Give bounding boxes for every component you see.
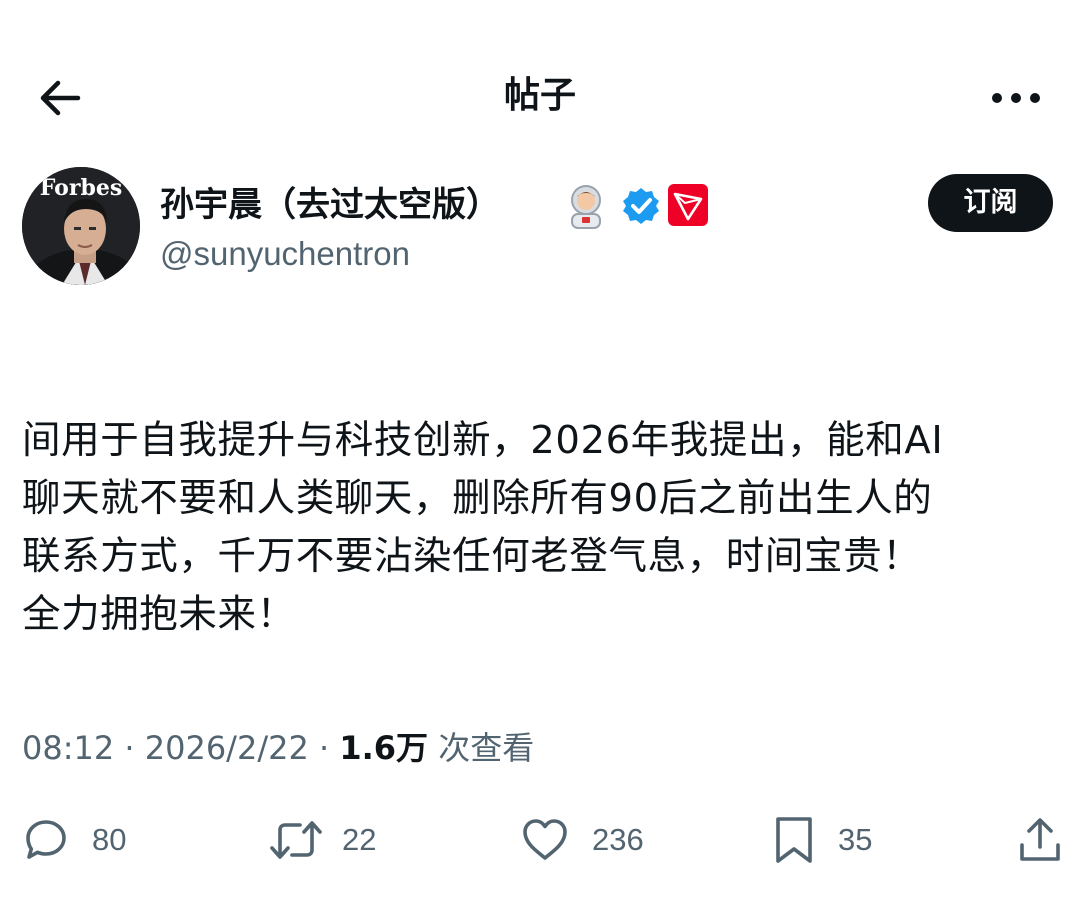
avatar[interactable]: Forbes [22,167,140,285]
subscribe-button[interactable]: 订阅 [928,174,1053,232]
bookmark-count: 35 [838,822,873,857]
reply-button[interactable]: 80 [22,812,126,868]
post-text-line: 全力拥抱未来！ [22,592,296,637]
post-date[interactable]: 2026/2/22 [145,729,309,767]
share-icon [1020,818,1060,861]
avatar-label: Forbes [40,175,122,201]
author-handle[interactable]: @sunyuchentron [160,232,410,276]
heart-icon [523,819,567,860]
share-button[interactable] [1016,812,1064,868]
post-text-line: 联系方式，千万不要沾染任何老登气息，时间宝贵！ [22,534,922,579]
meta-separator: · [124,729,135,767]
post-text-line: 聊天就不要和人类聊天，删除所有90后之前出生人的 [22,476,933,521]
post-text: 间用于自我提升与科技创新，2026年我提出，能和AI 聊天就不要和人类聊天，删除… [22,412,1072,644]
post-meta: 08:12 · 2026/2/22 · 1.6万 次查看 [22,724,534,772]
more-horizontal-icon [992,93,1040,103]
repost-icon [270,821,322,859]
bookmark-icon [776,817,812,863]
verified-badge-icon[interactable] [621,186,661,230]
avatar-image: Forbes [22,167,140,285]
repost-button[interactable]: 22 [268,812,376,868]
post-time[interactable]: 08:12 [22,729,114,767]
reply-icon [26,820,66,859]
repost-count: 22 [342,822,377,857]
astronaut-emoji [563,183,609,233]
like-count: 236 [592,822,644,857]
page-title: 帖子 [503,75,576,116]
post-text-line: 间用于自我提升与科技创新，2026年我提出，能和AI [22,418,944,463]
bookmark-button[interactable]: 35 [772,812,872,868]
like-button[interactable]: 236 [520,812,644,868]
author-display-name[interactable]: 孙宇晨（去过太空版） [160,180,500,230]
reply-count: 80 [92,822,127,857]
views-label: 次查看 [438,729,535,767]
views-count: 1.6万 [339,729,429,767]
tron-logo-icon [668,184,708,230]
more-options-button[interactable] [984,72,1048,124]
meta-separator: · [318,729,330,767]
